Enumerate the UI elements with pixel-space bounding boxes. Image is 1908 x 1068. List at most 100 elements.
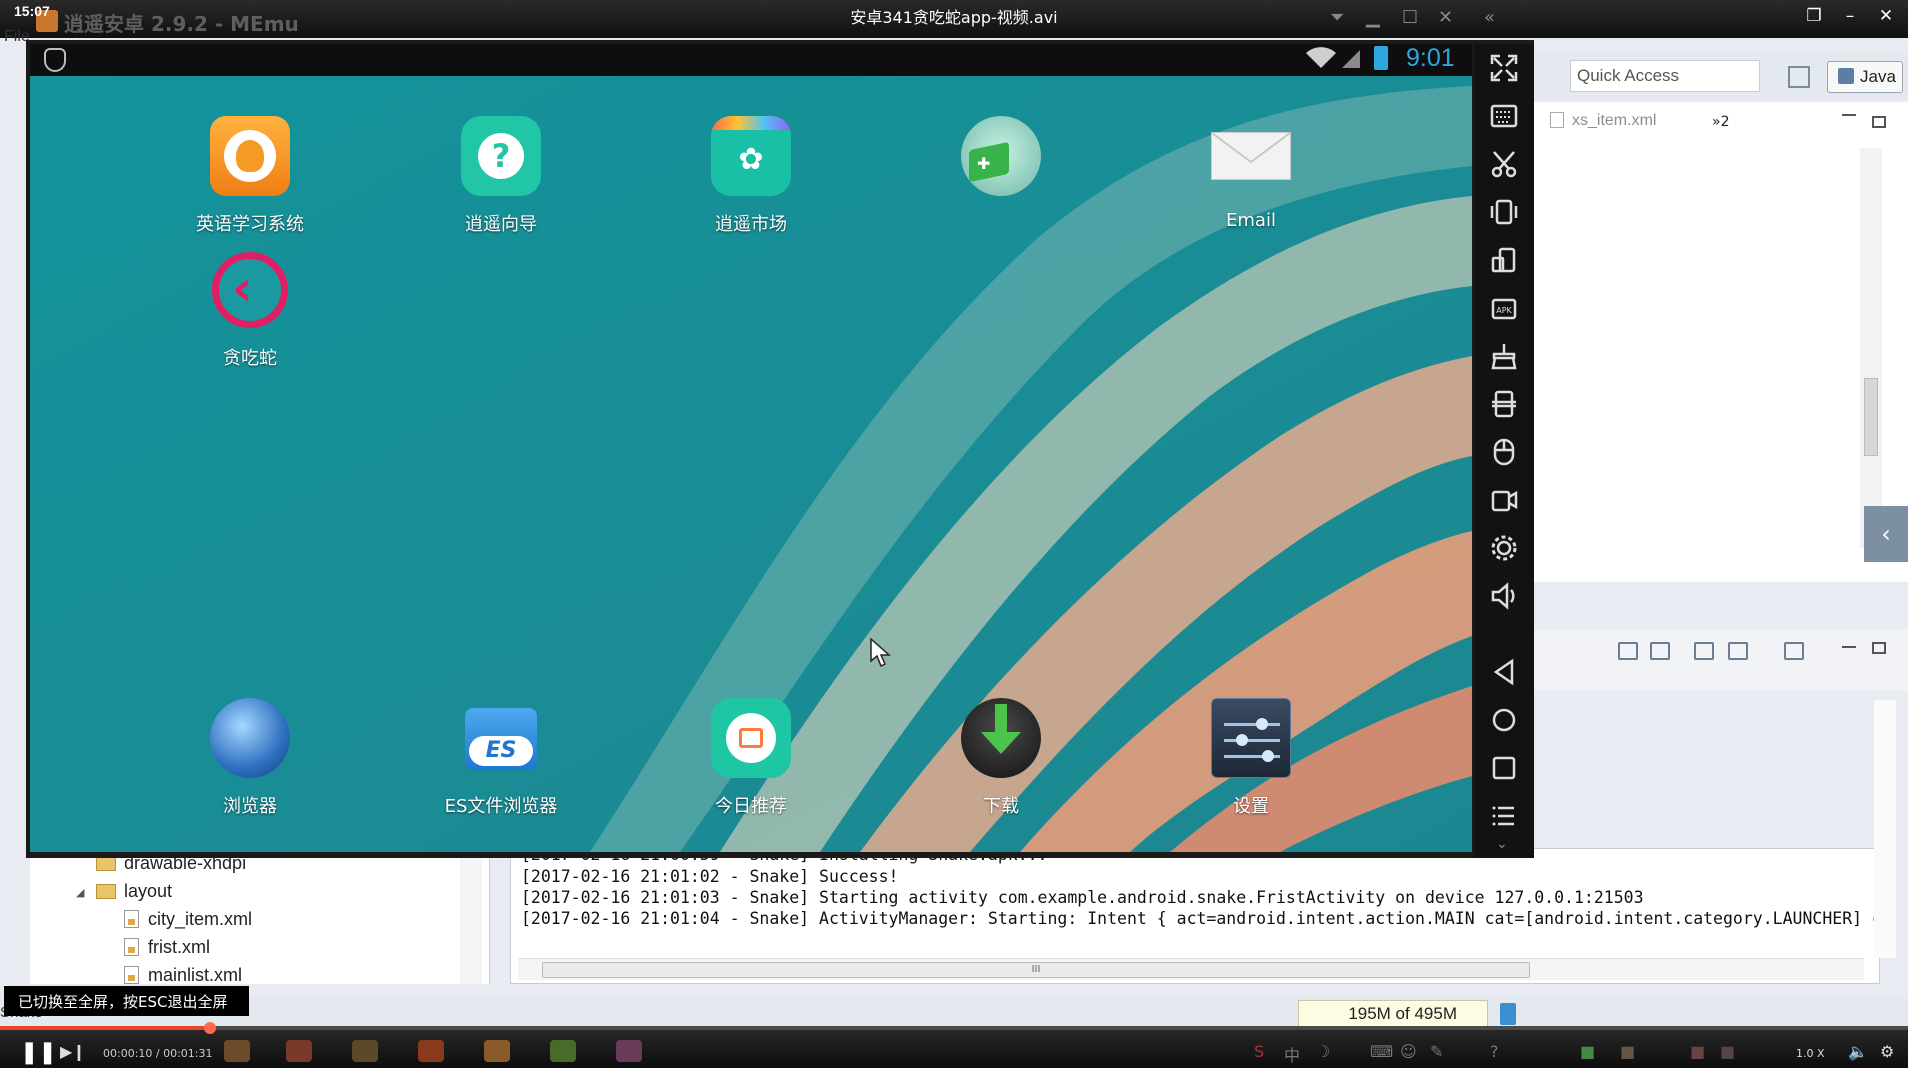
download-icon — [961, 698, 1041, 778]
scissors-icon[interactable] — [1484, 144, 1524, 184]
taskbar-app-icon[interactable] — [418, 1040, 444, 1062]
transfer-icon[interactable] — [1484, 384, 1524, 424]
system-clock: 15:07 — [14, 3, 50, 19]
dock-app-settings[interactable]: 设置 — [1166, 698, 1336, 818]
expand-twisty-icon[interactable]: ◢ — [76, 886, 84, 899]
app-guide[interactable]: ? 逍遥向导 — [416, 116, 586, 236]
package-explorer-scrollbar[interactable] — [460, 854, 482, 984]
maximize-console-icon[interactable] — [1872, 642, 1886, 654]
app-label: 贪吃蛇 — [223, 348, 277, 369]
home-screen-wallpaper[interactable]: 英语学习系统 ? 逍遥向导 ✿ 逍遥市场 ✚ Email ‹ 贪吃蛇 浏览器 E… — [30, 76, 1472, 852]
record-icon[interactable] — [1484, 480, 1524, 520]
trash-gc-icon[interactable] — [1500, 1003, 1516, 1025]
editor-panel — [1532, 102, 1908, 582]
minimize-console-icon[interactable] — [1842, 646, 1856, 648]
volume-icon[interactable] — [1484, 576, 1524, 616]
dock-app-download[interactable]: 下载 — [916, 698, 1086, 818]
taskbar-app-icon[interactable] — [484, 1040, 510, 1062]
taskbar-app-icon[interactable] — [352, 1040, 378, 1062]
expand-more-icon[interactable]: ⌄ — [1496, 836, 1508, 852]
tray-app-icon[interactable]: ■ — [1580, 1042, 1595, 1061]
xml-file-icon — [1550, 112, 1564, 128]
keyboard-tray-icon[interactable]: ⌨ — [1370, 1042, 1393, 1061]
gear-icon[interactable] — [1484, 528, 1524, 568]
java-icon — [1838, 68, 1854, 84]
close-icon[interactable]: ✕ — [1438, 7, 1453, 28]
taskbar-app-icon[interactable] — [224, 1040, 250, 1062]
progress-track[interactable] — [0, 1026, 1908, 1030]
maximize-icon[interactable]: ☐ — [1402, 7, 1418, 28]
shake-icon[interactable] — [1484, 192, 1524, 232]
broom-icon[interactable] — [1484, 336, 1524, 376]
wrench-icon[interactable]: ✎ — [1430, 1042, 1443, 1061]
user-icon[interactable]: ☺ — [1400, 1042, 1417, 1061]
app-market[interactable]: ✿ 逍遥市场 — [666, 116, 836, 236]
taskbar-app-icon[interactable] — [286, 1040, 312, 1062]
tree-item-layout[interactable]: layout — [96, 881, 172, 902]
minimize-icon[interactable]: ▁ — [1366, 7, 1380, 28]
settings-icon[interactable]: ⚙ — [1880, 1042, 1894, 1061]
app-label: 今日推荐 — [715, 796, 787, 817]
pause-icon[interactable]: ❚❚ — [20, 1040, 57, 1065]
open-console-icon[interactable] — [1784, 642, 1804, 660]
progress-knob[interactable] — [203, 1022, 216, 1034]
console-clear-icon[interactable] — [1618, 642, 1638, 660]
ime-icon[interactable]: S — [1254, 1042, 1264, 1061]
console-horizontal-scrollbar[interactable]: III — [518, 958, 1864, 980]
mouse-icon[interactable] — [1484, 432, 1524, 472]
progress-fill — [0, 1026, 210, 1030]
dock-app-today-recommend[interactable]: 今日推荐 — [666, 698, 836, 818]
home-nav-icon[interactable] — [1484, 700, 1524, 740]
app-game-center[interactable]: ✚ — [916, 116, 1086, 210]
console-toolbar — [1532, 630, 1908, 690]
console-vertical-scrollbar[interactable] — [1874, 700, 1896, 958]
tab-xs-item-xml[interactable]: xs_item.xml — [1550, 112, 1656, 130]
app-label: 下载 — [983, 796, 1019, 817]
recents-nav-icon[interactable] — [1484, 748, 1524, 788]
apk-install-icon[interactable]: APK — [1484, 288, 1524, 328]
tree-item-mainlist-xml[interactable]: mainlist.xml — [124, 965, 242, 986]
scrollbar-thumb[interactable] — [1864, 378, 1878, 456]
app-email[interactable]: Email — [1166, 116, 1336, 231]
menu-icon[interactable] — [1484, 796, 1524, 836]
xml-file-icon — [124, 966, 139, 984]
video-file-title: 安卓341贪吃蛇app-视频.avi — [850, 8, 1058, 27]
app-english-learning[interactable]: 英语学习系统 — [165, 116, 335, 236]
scroll-lock-icon[interactable] — [1650, 642, 1670, 660]
open-perspective-icon[interactable] — [1788, 66, 1810, 88]
back-nav-icon[interactable] — [1484, 652, 1524, 692]
minimize-view-icon[interactable] — [1842, 114, 1856, 116]
app-snake[interactable]: ‹ 贪吃蛇 — [165, 250, 335, 370]
ime-chinese-icon[interactable]: 中 — [1284, 1042, 1300, 1066]
screen: { "video_player": { "clock": "15:07", "f… — [0, 0, 1908, 1068]
volume-icon[interactable]: 🔈 — [1848, 1042, 1868, 1061]
editor-vertical-scrollbar[interactable] — [1860, 148, 1882, 548]
tray-app-icon[interactable]: ■ — [1720, 1042, 1735, 1061]
tab-overflow[interactable]: »2 — [1712, 114, 1729, 130]
taskbar-app-icon[interactable] — [550, 1040, 576, 1062]
help-icon[interactable]: ? — [1490, 1042, 1499, 1061]
dropdown-icon[interactable]: ⏷ — [1330, 7, 1344, 28]
maximize-view-icon[interactable] — [1872, 116, 1886, 128]
quick-access-input[interactable]: Quick Access — [1570, 60, 1760, 92]
collapse-sidebar-icon[interactable]: « — [1484, 7, 1495, 28]
tray-app-icon[interactable]: ■ — [1690, 1042, 1705, 1061]
taskbar-app-icon[interactable] — [616, 1040, 642, 1062]
scrollbar-thumb[interactable]: III — [542, 962, 1530, 978]
dock-app-es-file-explorer[interactable]: ES ES文件浏览器 — [416, 698, 586, 818]
keyboard-icon[interactable] — [1484, 96, 1524, 136]
next-icon[interactable]: ▶❙ — [60, 1042, 86, 1061]
dock-app-browser[interactable]: 浏览器 — [165, 698, 335, 818]
collapse-panel-button[interactable]: ‹ — [1864, 506, 1908, 562]
rotate-icon[interactable] — [1484, 240, 1524, 280]
svg-text:APK: APK — [1496, 306, 1512, 315]
tree-item-city-item-xml[interactable]: city_item.xml — [124, 909, 252, 930]
tree-item-frist-xml[interactable]: frist.xml — [124, 937, 210, 958]
java-perspective-button[interactable]: Java — [1827, 61, 1903, 93]
pin-console-icon[interactable] — [1694, 642, 1714, 660]
fullscreen-icon[interactable] — [1484, 48, 1524, 88]
playback-speed[interactable]: 1.0 X — [1796, 1047, 1825, 1060]
moon-icon[interactable]: ☽ — [1316, 1042, 1330, 1061]
tray-app-icon[interactable]: ■ — [1620, 1042, 1635, 1061]
display-console-icon[interactable] — [1728, 642, 1748, 660]
